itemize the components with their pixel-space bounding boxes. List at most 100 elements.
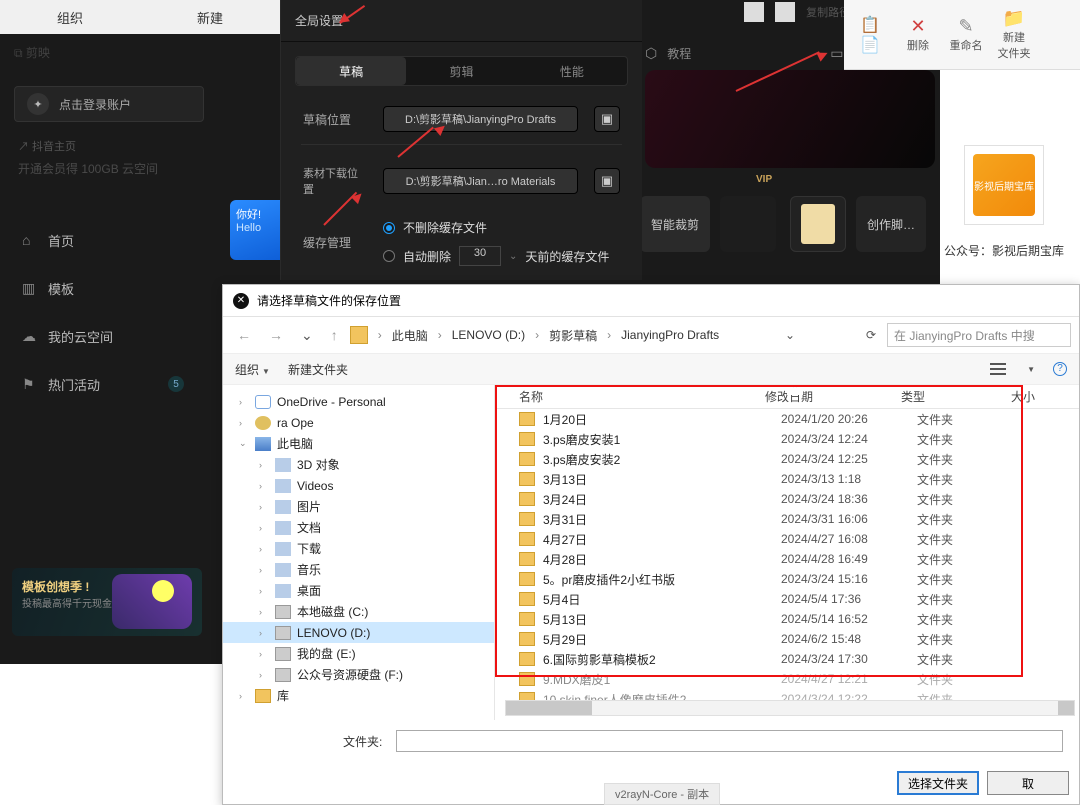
cache-opt-auto[interactable]: 自动删除 30 ⌄ 天前的缓存文件: [383, 246, 609, 266]
list-row[interactable]: 4月28日2024/4/28 16:49文件夹: [495, 549, 1079, 569]
col-date[interactable]: 修改日期: [765, 388, 901, 405]
breadcrumb-drive[interactable]: LENOVO (D:): [452, 328, 525, 342]
expand-icon[interactable]: ›: [259, 523, 269, 533]
expand-icon[interactable]: ›: [259, 502, 269, 512]
col-type[interactable]: 类型: [901, 388, 1011, 405]
tree-node[interactable]: ›LENOVO (D:): [223, 622, 494, 643]
select-folder-button[interactable]: 选择文件夹: [897, 771, 979, 795]
tree-node[interactable]: ›下载: [223, 538, 494, 559]
top-tab-org[interactable]: 组织: [0, 8, 140, 27]
expand-icon[interactable]: ›: [259, 586, 269, 596]
tree-node[interactable]: ›本地磁盘 (C:): [223, 601, 494, 622]
nav-forward-button[interactable]: →: [263, 327, 289, 343]
tree-node[interactable]: ›ra Ope: [223, 412, 494, 433]
tree-node[interactable]: ›公众号资源硬盘 (F:): [223, 664, 494, 685]
col-name[interactable]: 名称: [519, 388, 765, 405]
expand-icon[interactable]: ⌄: [239, 438, 249, 449]
expand-icon[interactable]: ›: [259, 607, 269, 617]
toolbar-newfolder[interactable]: 新建文件夹: [288, 361, 348, 378]
ribbon-delete[interactable]: ✕删除: [898, 16, 938, 53]
list-row[interactable]: 5月4日2024/5/4 17:36文件夹: [495, 589, 1079, 609]
search-input[interactable]: 在 JianyingPro Drafts 中搜: [887, 323, 1071, 347]
sidebar-item-home[interactable]: ⌂ 首页: [0, 216, 210, 264]
list-row[interactable]: 6.国际剪影草稿模板22024/3/24 17:30文件夹: [495, 649, 1079, 669]
tree-node[interactable]: ›文档: [223, 517, 494, 538]
nav-up-button[interactable]: ↑: [325, 327, 344, 343]
tutorial-link[interactable]: 教程: [667, 45, 691, 62]
expand-icon[interactable]: ›: [239, 418, 249, 428]
tree-node[interactable]: ›Videos: [223, 475, 494, 496]
sidebar-item-templates[interactable]: ▥ 模板: [0, 264, 210, 312]
tab-draft[interactable]: 草稿: [296, 57, 406, 85]
breadcrumb-folder2[interactable]: JianyingPro Drafts: [621, 328, 719, 342]
nav-refresh-button[interactable]: ⟳: [861, 328, 881, 342]
breadcrumb-drop[interactable]: ⌄: [785, 328, 795, 342]
login-button[interactable]: ✦ 点击登录账户: [14, 86, 204, 122]
cache-days-select[interactable]: 30: [459, 246, 501, 266]
draft-browse-button[interactable]: ▣: [594, 106, 620, 132]
sidebar-item-cloud[interactable]: ☁ 我的云空间: [0, 312, 210, 360]
list-row[interactable]: 5。pr磨皮插件2小红书版2024/3/24 15:16文件夹: [495, 569, 1079, 589]
ribbon-rename[interactable]: ✎重命名: [946, 16, 986, 53]
tile-smartcrop[interactable]: 智能裁剪: [640, 196, 710, 252]
folder-tree[interactable]: ›OneDrive - Personal›ra Ope⌄此电脑›3D 对象›Vi…: [223, 385, 495, 720]
list-row[interactable]: 3月24日2024/3/24 18:36文件夹: [495, 489, 1079, 509]
tab-perf[interactable]: 性能: [517, 57, 627, 85]
top-tab-new[interactable]: 新建: [140, 8, 280, 27]
col-size[interactable]: 大小: [1011, 388, 1035, 405]
tree-node[interactable]: ›图片: [223, 496, 494, 517]
expand-icon[interactable]: ›: [259, 649, 269, 659]
chat-icon[interactable]: ▭: [830, 45, 843, 62]
split-handle[interactable]: ⌃: [787, 385, 803, 395]
ribbon-small-icon[interactable]: [744, 2, 764, 22]
tree-node[interactable]: ›桌面: [223, 580, 494, 601]
list-row[interactable]: 1月20日2024/1/20 20:26文件夹: [495, 409, 1079, 429]
list-row[interactable]: 3.ps磨皮安装22024/3/24 12:25文件夹: [495, 449, 1079, 469]
tile-thumb-1[interactable]: [720, 196, 776, 252]
douyin-home-link[interactable]: ↗ 抖音主页: [18, 138, 76, 154]
expand-icon[interactable]: ›: [259, 544, 269, 554]
tab-edit[interactable]: 剪辑: [406, 57, 516, 85]
tree-node[interactable]: ›音乐: [223, 559, 494, 580]
expand-icon[interactable]: ›: [259, 628, 269, 638]
scroll-right[interactable]: [1058, 701, 1074, 715]
ribbon-small-icon[interactable]: [775, 2, 795, 22]
tree-node[interactable]: ›我的盘 (E:): [223, 643, 494, 664]
list-row[interactable]: 4月27日2024/4/27 16:08文件夹: [495, 529, 1079, 549]
cache-opt-keep[interactable]: 不删除缓存文件: [383, 219, 609, 236]
tree-node[interactable]: ›3D 对象: [223, 454, 494, 475]
tree-node[interactable]: ⌄此电脑: [223, 433, 494, 454]
list-rows[interactable]: 1月20日2024/1/20 20:26文件夹3.ps磨皮安装12024/3/2…: [495, 409, 1079, 720]
promo-banner[interactable]: 模板创想季 ! 投稿最高得千元现金: [12, 568, 202, 636]
cube-icon[interactable]: ⬡: [645, 45, 657, 62]
list-row[interactable]: 3月13日2024/3/13 1:18文件夹: [495, 469, 1079, 489]
nav-history-button[interactable]: ⌄: [295, 327, 319, 344]
tree-node[interactable]: ›库: [223, 685, 494, 706]
expand-icon[interactable]: ›: [259, 481, 269, 491]
view-mode-button[interactable]: [990, 363, 1006, 375]
breadcrumb-pc[interactable]: 此电脑: [392, 327, 428, 344]
help-icon[interactable]: ?: [1053, 362, 1067, 376]
tile-thumb-2[interactable]: [790, 196, 846, 252]
cancel-button[interactable]: 取: [987, 771, 1069, 795]
expand-icon[interactable]: ›: [239, 691, 249, 701]
expand-icon[interactable]: ›: [239, 397, 249, 407]
view-mode-drop[interactable]: ▼: [1027, 365, 1035, 374]
expand-icon[interactable]: ›: [259, 565, 269, 575]
list-row[interactable]: 3.ps磨皮安装12024/3/24 12:24文件夹: [495, 429, 1079, 449]
copy-icon[interactable]: 📄: [860, 35, 880, 55]
expand-icon[interactable]: ›: [259, 670, 269, 680]
tile-script[interactable]: 创作脚…: [856, 196, 926, 252]
ribbon-newfolder[interactable]: 📁新建 文件夹: [994, 8, 1034, 61]
list-row[interactable]: 3月31日2024/3/31 16:06文件夹: [495, 509, 1079, 529]
nav-back-button[interactable]: ←: [231, 327, 257, 343]
paste-icon[interactable]: 📋: [860, 15, 880, 35]
horizontal-scrollbar[interactable]: [505, 700, 1075, 716]
breadcrumb-folder1[interactable]: 剪影草稿: [549, 327, 597, 344]
list-row[interactable]: 5月29日2024/6/2 15:48文件夹: [495, 629, 1079, 649]
folder-input[interactable]: [396, 730, 1063, 752]
expand-icon[interactable]: ›: [259, 460, 269, 470]
sidebar-item-activities[interactable]: ⚑ 热门活动 5: [0, 360, 210, 408]
taskbar-pill[interactable]: v2rayN-Core - 副本: [604, 783, 720, 805]
tree-node[interactable]: ›OneDrive - Personal: [223, 391, 494, 412]
